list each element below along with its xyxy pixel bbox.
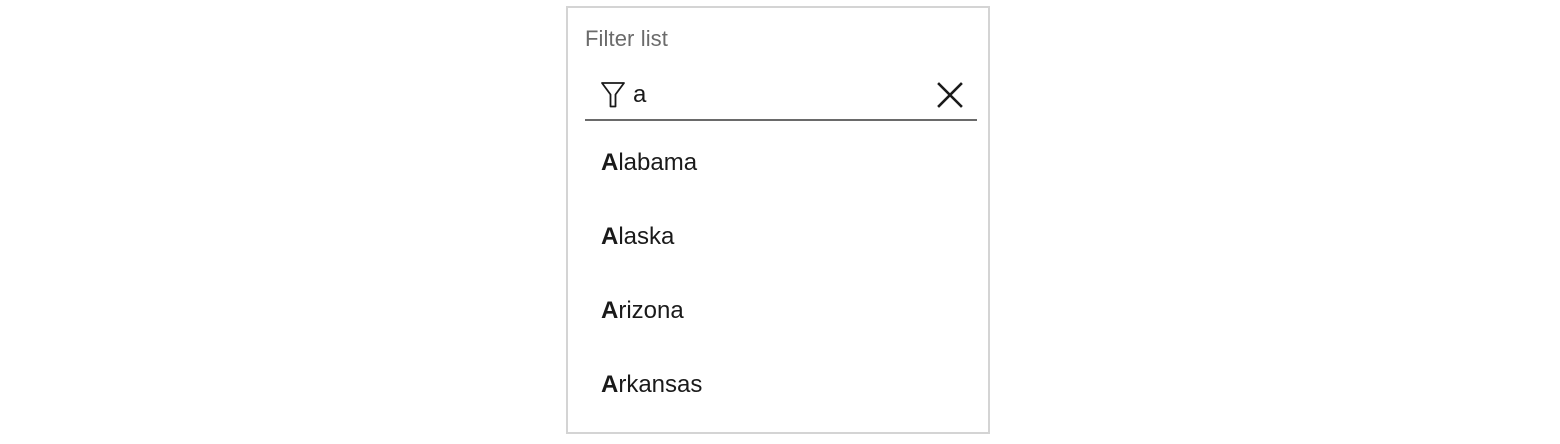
filter-list-panel: Filter list Alabama Alaska Arizona Arkan… <box>566 6 990 434</box>
filter-search-input[interactable] <box>633 77 923 113</box>
page: Filter list Alabama Alaska Arizona Arkan… <box>0 0 1560 444</box>
result-item-arkansas[interactable]: Arkansas <box>585 348 977 422</box>
result-item-alabama[interactable]: Alabama <box>585 126 977 200</box>
filter-search-field[interactable] <box>585 71 977 121</box>
panel-title: Filter list <box>585 26 668 51</box>
filter-icon <box>600 80 626 110</box>
result-item-arizona[interactable]: Arizona <box>585 274 977 348</box>
clear-search-button[interactable] <box>934 79 966 111</box>
result-rest-text: laska <box>618 223 675 250</box>
filtered-results-list: Alabama Alaska Arizona Arkansas <box>585 126 977 422</box>
result-item-alaska[interactable]: Alaska <box>585 200 977 274</box>
result-match-text: A <box>601 371 619 398</box>
result-match-text: A <box>601 223 619 250</box>
result-rest-text: labama <box>618 149 698 176</box>
result-match-text: A <box>601 297 619 324</box>
close-icon <box>934 79 966 111</box>
result-rest-text: rizona <box>618 297 684 324</box>
result-rest-text: rkansas <box>618 371 703 398</box>
result-match-text: A <box>601 149 619 176</box>
